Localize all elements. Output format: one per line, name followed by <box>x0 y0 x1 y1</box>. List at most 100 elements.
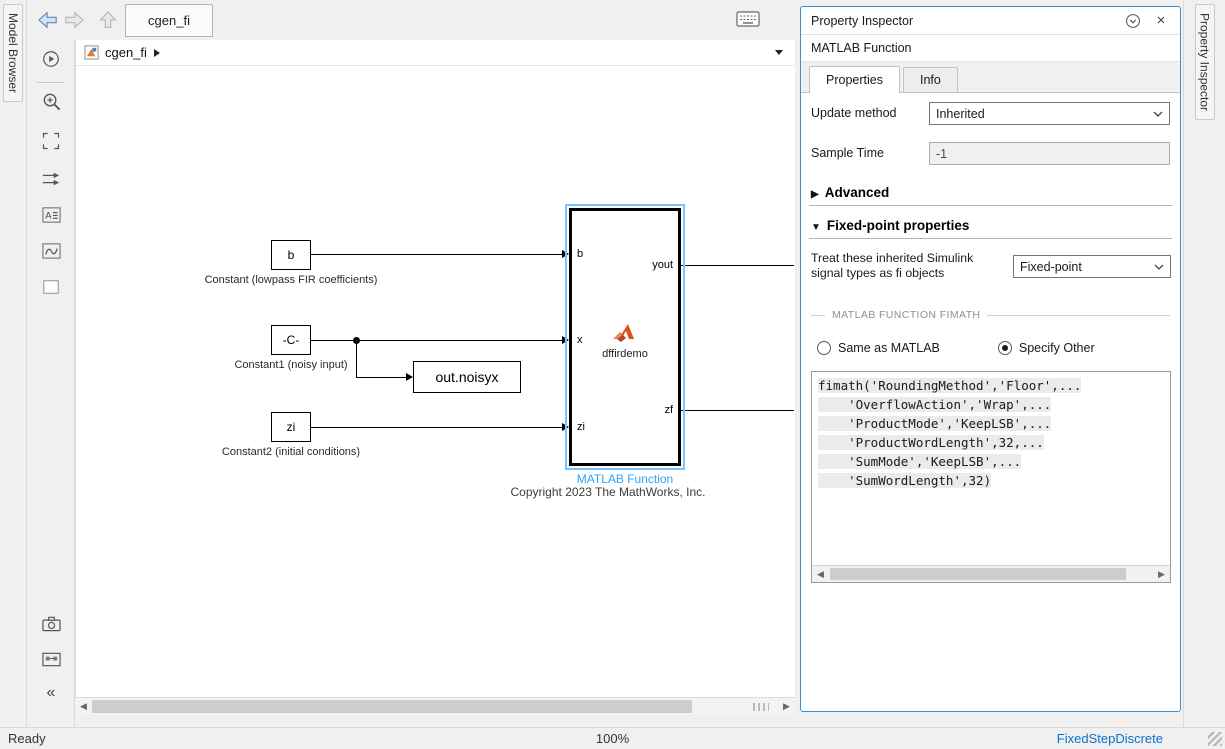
screenshot-button[interactable] <box>40 612 62 634</box>
double-chevron-left-icon: « <box>46 684 56 701</box>
forward-button[interactable] <box>61 8 86 31</box>
hide-explorer-button[interactable] <box>40 48 62 70</box>
up-to-parent-button[interactable] <box>95 8 120 31</box>
window-resize-grip[interactable] <box>1208 732 1222 746</box>
section-advanced[interactable]: ▶ Advanced <box>801 173 1180 205</box>
sample-time-field[interactable]: -1 <box>929 142 1170 165</box>
breadcrumb-expand-icon[interactable] <box>153 48 160 57</box>
fi-objects-label-line1: Treat these inherited Simulink <box>811 251 974 265</box>
fimath-code-text[interactable]: fimath('RoundingMethod','Floor',... 'Ove… <box>812 372 1170 494</box>
fimath-code-line: 'ProductMode','KeepLSB',... <box>818 416 1052 431</box>
scroll-right-button[interactable]: ▶ <box>778 698 795 715</box>
update-method-value: Inherited <box>936 106 985 121</box>
section-fixed-point[interactable]: ▼ Fixed-point properties <box>801 206 1180 238</box>
fimath-code-line: 'SumWordLength',32) <box>818 473 992 488</box>
code-horizontal-scrollbar[interactable]: ◀ ▶ <box>812 565 1170 582</box>
model-browser-rail-label: Model Browser <box>6 13 20 94</box>
fimath-code-line: fimath('RoundingMethod','Floor',... <box>818 378 1082 393</box>
constant1-block[interactable]: -C- <box>271 325 311 355</box>
fimath-code-editor[interactable]: fimath('RoundingMethod','Floor',... 'Ove… <box>811 371 1171 583</box>
fit-to-view-button[interactable] <box>40 130 62 152</box>
model-blocks-icon <box>41 652 61 666</box>
constant2-block[interactable]: zi <box>271 412 311 442</box>
fit-to-view-icon <box>42 132 60 150</box>
wire-zf-out[interactable] <box>681 410 794 411</box>
sample-time-label: Sample Time <box>811 146 884 160</box>
wire-branch-vertical[interactable] <box>356 340 357 377</box>
wire-b-to-fn[interactable] <box>311 254 562 255</box>
breadcrumb-dropdown-icon[interactable] <box>775 50 783 55</box>
signal-wave-icon <box>41 243 61 259</box>
chevron-down-icon <box>1154 264 1164 270</box>
back-button[interactable] <box>35 8 60 31</box>
scroll-left-button[interactable]: ◀ <box>75 698 92 715</box>
wire-zi-arrowhead <box>562 423 569 431</box>
same-as-matlab-radio[interactable] <box>817 341 831 355</box>
forward-arrow-icon <box>64 11 84 28</box>
circled-chevron-icon <box>1126 13 1140 28</box>
fi-objects-dropdown[interactable]: Fixed-point <box>1013 255 1171 278</box>
annotation-icon: A <box>41 207 61 223</box>
fimath-code-line: 'ProductWordLength',32,... <box>818 435 1044 450</box>
section-divider <box>809 238 1172 239</box>
wire-branch-to-workspace[interactable] <box>356 377 406 378</box>
canvas-tool-strip: A « <box>27 40 75 727</box>
section-advanced-label: Advanced <box>824 185 890 200</box>
tab-properties[interactable]: Properties <box>809 66 900 93</box>
magnifier-plus-icon <box>43 93 60 110</box>
specify-other-label: Specify Other <box>1018 341 1095 355</box>
circle-arrow-icon <box>43 51 59 67</box>
fimath-group-header: MATLAB FUNCTION FIMATH <box>811 309 1170 321</box>
signal-viewer-button[interactable] <box>40 240 62 262</box>
to-workspace-block[interactable]: out.noisyx <box>413 361 521 393</box>
code-scroll-thumb[interactable] <box>830 568 1126 580</box>
property-inspector-header: Property Inspector × <box>801 7 1180 35</box>
collapse-toolbar-button[interactable]: « <box>40 682 62 704</box>
zoom-in-button[interactable] <box>40 90 62 112</box>
update-diagram-button[interactable] <box>40 168 62 190</box>
annotation-button[interactable]: A <box>40 204 62 226</box>
tab-properties-label: Properties <box>826 73 883 87</box>
wire-x-arrowhead <box>562 336 569 344</box>
back-arrow-icon <box>37 11 57 28</box>
model-data-button[interactable] <box>40 648 62 670</box>
breadcrumb-model-name[interactable]: cgen_fi <box>105 45 147 60</box>
fimath-code-line: 'SumMode','KeepLSB',... <box>818 454 1022 469</box>
matlab-function-block-label[interactable]: MATLAB Function <box>505 472 745 486</box>
keyboard-icon <box>736 11 760 27</box>
panel-menu-button[interactable] <box>1124 12 1142 30</box>
update-method-dropdown[interactable]: Inherited <box>929 102 1170 125</box>
wire-yout-out[interactable] <box>681 265 794 266</box>
port-out-yout: yout <box>652 259 673 271</box>
subsystem-button[interactable] <box>40 276 62 298</box>
wire-zi-to-fn[interactable] <box>311 427 562 428</box>
copyright-annotation: Copyright 2023 The MathWorks, Inc. <box>510 485 706 499</box>
keyboard-shortcuts-button[interactable] <box>735 9 761 29</box>
property-inspector-panel: Property Inspector × MATLAB Function Pro… <box>800 6 1181 712</box>
port-in-zi: zi <box>577 421 585 433</box>
property-inspector-rail-tab[interactable]: Property Inspector <box>1194 4 1215 121</box>
to-workspace-value: out.noisyx <box>435 369 499 385</box>
panel-close-button[interactable]: × <box>1152 12 1170 30</box>
section-fixed-point-label: Fixed-point properties <box>826 218 970 233</box>
document-tab-cgen-fi[interactable]: cgen_fi <box>125 4 213 37</box>
model-browser-rail-tab[interactable]: Model Browser <box>3 4 23 103</box>
tab-info[interactable]: Info <box>902 67 958 92</box>
status-zoom-level: 100% <box>595 731 630 746</box>
code-scroll-left-button[interactable]: ◀ <box>812 566 829 582</box>
fi-objects-label: Treat these inherited Simulink signal ty… <box>811 251 973 281</box>
right-dock-rail: Property Inspector <box>1183 0 1225 727</box>
code-scroll-right-button[interactable]: ▶ <box>1153 566 1170 582</box>
wire-x-to-fn[interactable] <box>311 340 562 341</box>
constant-b-block[interactable]: b <box>271 240 311 270</box>
canvas-scroll-thumb[interactable] <box>92 700 692 713</box>
left-dock-rail: Model Browser <box>0 0 27 727</box>
model-canvas[interactable]: b Constant (lowpass FIR coefficients) -C… <box>75 66 795 697</box>
constant2-label: Constant2 (initial conditions) <box>221 446 361 458</box>
top-bar: cgen_fi <box>27 0 795 40</box>
splitter-grip[interactable] <box>753 703 769 711</box>
canvas-horizontal-scrollbar[interactable]: ◀ ▶ <box>75 697 795 715</box>
specify-other-radio[interactable] <box>997 341 1012 355</box>
matlab-function-block[interactable]: b x zi yout zf dffirdemo <box>565 204 685 470</box>
status-solver-link[interactable]: FixedStepDiscrete <box>1057 731 1163 746</box>
